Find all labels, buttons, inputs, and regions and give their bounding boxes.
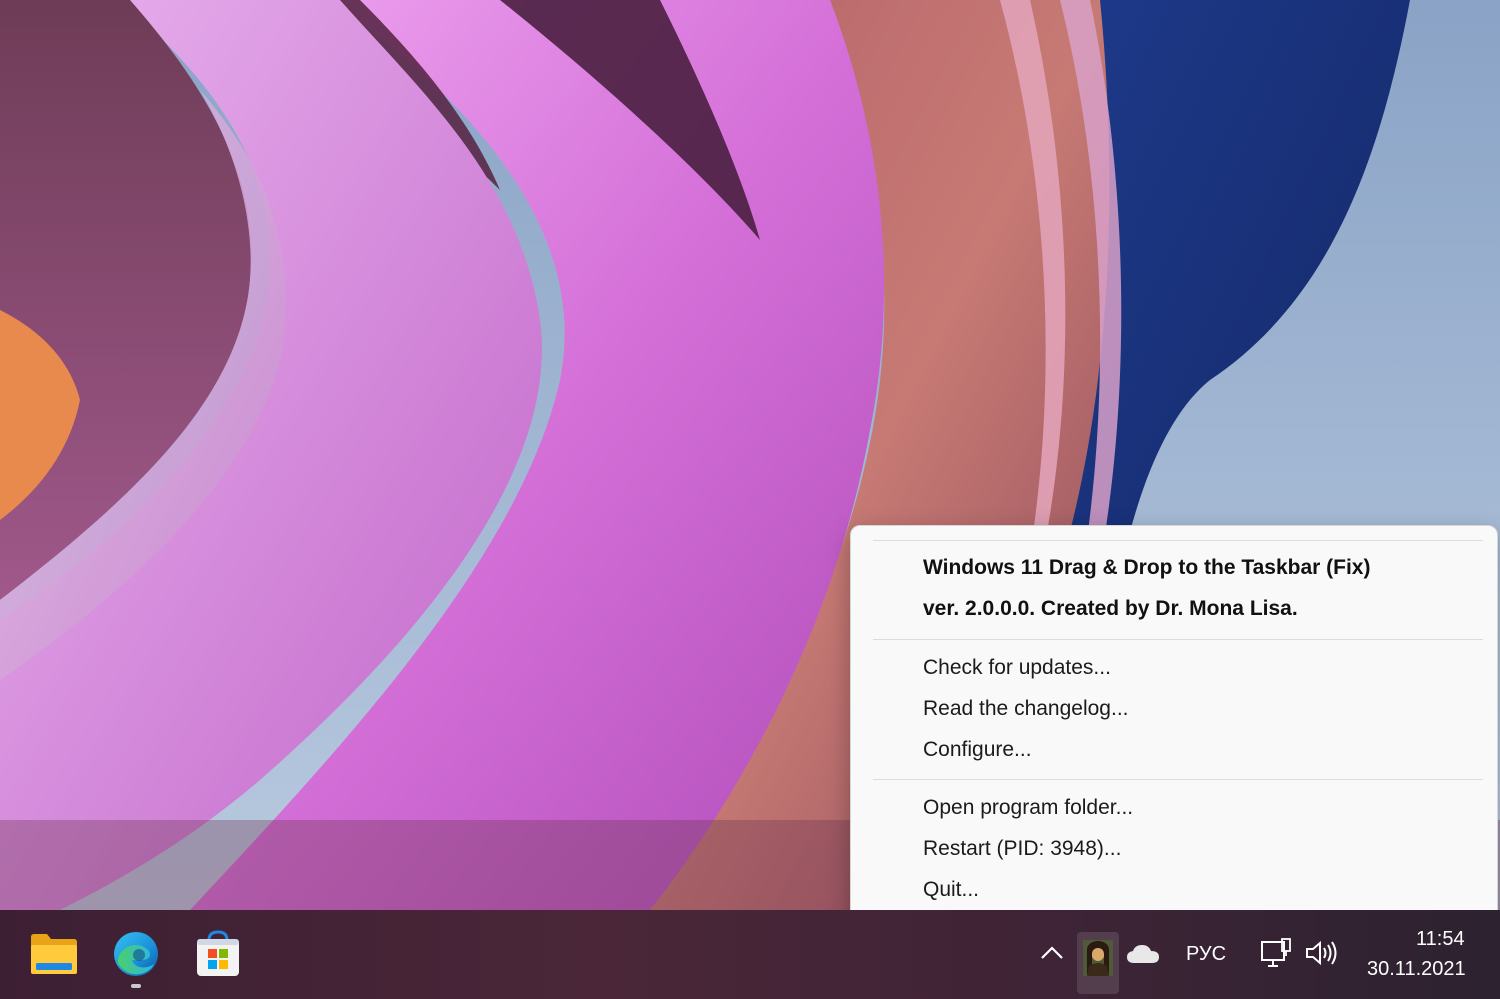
chevron-up-icon[interactable] — [1040, 944, 1064, 965]
network-icon[interactable] — [1260, 938, 1294, 975]
file-explorer-icon[interactable] — [30, 933, 78, 980]
menu-separator — [873, 540, 1483, 541]
menu-title: Windows 11 Drag & Drop to the Taskbar (F… — [923, 556, 1371, 579]
edge-browser-icon[interactable] — [112, 930, 160, 983]
onedrive-icon[interactable] — [1126, 944, 1160, 969]
volume-icon[interactable] — [1305, 939, 1339, 972]
open-program-folder-item[interactable]: Open program folder... — [923, 791, 1133, 825]
language-indicator[interactable]: РУС — [1186, 943, 1226, 966]
taskbar: РУС 11:54 30.11.2021 — [0, 910, 1500, 999]
configure-item[interactable]: Configure... — [923, 733, 1032, 767]
tray-context-menu: Windows 11 Drag & Drop to the Taskbar (F… — [850, 525, 1498, 933]
menu-version-info: ver. 2.0.0.0. Created by Dr. Mona Lisa. — [923, 597, 1298, 620]
check-for-updates-item[interactable]: Check for updates... — [923, 651, 1111, 685]
menu-separator — [873, 639, 1483, 640]
mona-lisa-icon[interactable] — [1077, 932, 1119, 994]
menu-separator — [873, 779, 1483, 780]
restart-item[interactable]: Restart (PID: 3948)... — [923, 832, 1121, 866]
active-app-indicator — [131, 984, 141, 988]
quit-item[interactable]: Quit... — [923, 873, 979, 907]
clock-time[interactable]: 11:54 — [1416, 928, 1465, 951]
read-changelog-item[interactable]: Read the changelog... — [923, 692, 1129, 726]
microsoft-store-icon[interactable] — [195, 930, 241, 983]
clock-date[interactable]: 30.11.2021 — [1367, 958, 1466, 981]
